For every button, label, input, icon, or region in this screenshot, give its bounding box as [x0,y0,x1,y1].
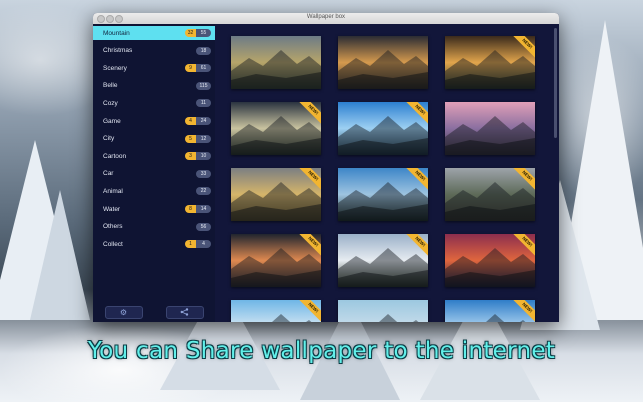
sidebar-item-water[interactable]: Water 8 14 [93,202,215,216]
category-label: Cozy [103,99,118,107]
category-label: City [103,135,115,143]
landscape-image [231,50,321,89]
category-counts: 3 10 [185,152,211,161]
total-count-badge: 4 [196,240,211,249]
share-button[interactable] [165,305,204,319]
category-counts: 11 [196,99,211,108]
category-label: Car [103,170,114,178]
new-count-badge: 1 [185,240,196,249]
wallpaper-thumbnail[interactable]: NEW! [445,234,535,287]
category-label: Mountain [103,29,130,37]
wallpaper-thumbnail[interactable] [338,300,428,322]
settings-button[interactable]: ⚙ [104,305,143,319]
sidebar-item-game[interactable]: Game 4 24 [93,114,215,128]
total-count-badge: 14 [196,205,211,213]
sidebar-item-cartoon[interactable]: Cartoon 3 10 [93,149,215,163]
wallpaper-thumbnail[interactable]: NEW! [231,300,321,322]
wallpaper-thumbnail[interactable]: NEW! [231,234,321,287]
app-window: Wallpaper box Mountain 32 55 Christmas 18 Sce… [93,13,559,322]
new-count-badge: 8 [185,205,196,213]
category-label: Others [103,223,123,231]
total-count-badge: 55 [196,29,211,37]
total-count-badge: 24 [196,117,211,125]
category-counts: 14 [185,240,211,249]
sidebar-item-others[interactable]: Others 56 [93,220,215,234]
category-label: Scenery [103,64,127,72]
wallpaper-thumbnail[interactable]: NEW! [445,300,535,322]
landscape-image [338,50,428,89]
new-count-badge: 4 [185,117,196,125]
category-label: Belle [103,82,118,90]
promo-caption: You can Share wallpaper to the internet [87,338,556,364]
wallpaper-thumbnail[interactable]: NEW! [338,168,428,221]
snowy-tree-decoration [30,190,90,320]
category-label: Cartoon [103,152,127,160]
sidebar-item-mountain[interactable]: Mountain 32 55 [93,26,215,40]
wallpaper-thumbnail[interactable] [445,102,535,155]
category-counts: 32 55 [185,29,211,37]
wallpaper-grid: NEW! NEW! NEW! NEW! NEW! NEW! NEW! NEW! NEW! NEW!… [215,24,559,322]
landscape-image [356,314,419,322]
category-counts: 5 12 [185,134,211,143]
sidebar-item-city[interactable]: City 5 12 [93,132,215,146]
scrollbar[interactable] [554,28,557,138]
new-count-badge: 32 [185,29,196,37]
share-icon [180,308,189,316]
wallpaper-thumbnail[interactable]: NEW! [231,102,321,155]
new-count-badge: 5 [185,134,196,143]
category-counts: 33 [196,169,211,178]
new-count-badge: 9 [185,64,196,73]
total-count-badge: 11 [196,99,211,108]
category-counts: 18 [196,46,211,55]
wallpaper-thumbnail[interactable]: NEW! [338,102,428,155]
sidebar-item-collect[interactable]: Collect 1 4 [93,237,215,251]
sidebar-item-car[interactable]: Car 33 [93,167,215,181]
total-count-badge: 33 [196,169,211,178]
sidebar-item-cozy[interactable]: Cozy 11 [93,96,215,110]
total-count-badge: 61 [196,64,211,73]
category-label: Animal [103,187,123,195]
category-counts: 4 24 [185,117,211,125]
category-label: Water [103,205,121,213]
category-counts: 22 [196,187,211,196]
category-counts: 9 61 [185,64,211,73]
sidebar-item-scenery[interactable]: Scenery 9 61 [93,61,215,75]
wallpaper-thumbnail[interactable]: NEW! [231,168,321,221]
sidebar-item-belle[interactable]: Belle 115 [93,79,215,93]
new-count-badge: 3 [185,152,196,161]
category-sidebar: Mountain 32 55 Christmas 18 Scenery 9 61 Belle 11… [93,24,215,322]
window-title: Wallpaper box [306,14,346,20]
sidebar-item-christmas[interactable]: Christmas 18 [93,44,215,58]
sidebar-item-animal[interactable]: Animal 22 [93,184,215,198]
total-count-badge: 18 [196,46,211,55]
category-label: Christmas [103,47,133,55]
total-count-badge: 12 [196,134,211,143]
wallpaper-thumbnail[interactable]: NEW! [338,234,428,287]
total-count-badge: 10 [196,152,211,161]
landscape-image [445,116,535,155]
gear-icon: ⚙ [119,307,128,317]
wallpaper-thumbnail[interactable] [231,36,321,89]
total-count-badge: 56 [196,222,211,231]
wallpaper-thumbnail[interactable]: NEW! [445,168,535,221]
category-counts: 115 [196,81,211,90]
category-label: Collect [103,240,123,248]
sidebar-footer: ⚙ [93,302,215,322]
total-count-badge: 22 [196,187,211,196]
wallpaper-thumbnail[interactable]: NEW! [445,36,535,89]
total-count-badge: 115 [196,81,211,90]
wallpaper-thumbnail[interactable] [338,36,428,89]
category-counts: 56 [196,222,211,231]
category-counts: 8 14 [185,205,211,213]
category-label: Game [103,117,121,125]
